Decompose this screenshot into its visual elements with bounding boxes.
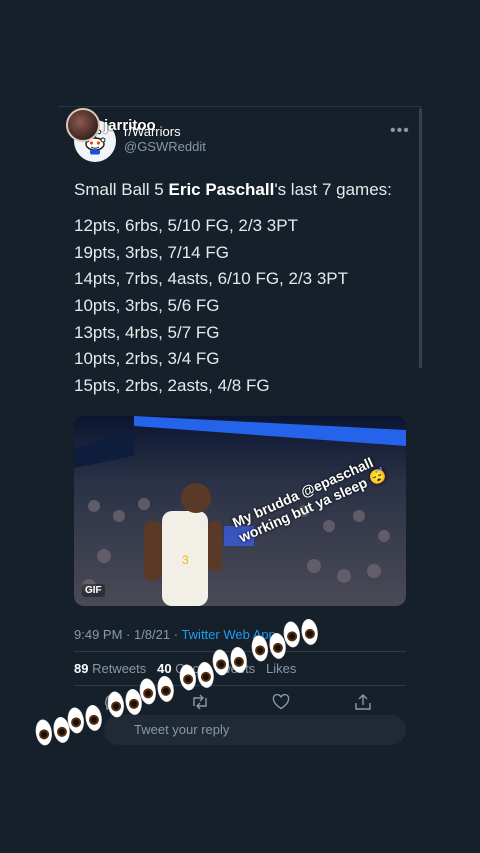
eyes-emoji: [66, 703, 106, 739]
stat-line: 12pts, 6rbs, 5/10 FG, 2/3 3PT: [74, 216, 298, 235]
top-area: [0, 0, 480, 100]
story-avatar[interactable]: [66, 108, 100, 142]
eyes-emoji: [282, 617, 322, 653]
gif-badge: GIF: [82, 584, 105, 597]
reply-input[interactable]: Tweet your reply: [104, 715, 406, 745]
stat-line: 14pts, 7rbs, 4asts, 6/10 FG, 2/3 3PT: [74, 269, 349, 289]
eyes-emoji: [178, 660, 218, 696]
eyes-emoji: [138, 674, 178, 710]
display-name[interactable]: r/Warriors: [124, 124, 181, 139]
stat-lines: 12pts, 6rbs, 5/10 FG, 2/3 3PT 19pts, 3rb…: [74, 213, 348, 400]
share-icon[interactable]: [354, 694, 372, 715]
eyes-emoji: [211, 645, 251, 681]
intro-prefix: Small Ball 5: [74, 180, 169, 199]
stat-line: 10pts, 3rbs, 5/6 FG: [74, 296, 220, 316]
tweet-time: 9:49 PM · 1/8/21 ·: [74, 627, 182, 642]
retweets-count[interactable]: 89: [74, 661, 88, 676]
divider: [74, 685, 406, 686]
stat-line: 15pts, 2rbs, 2asts, 4/8 FG: [74, 376, 270, 396]
stat-line: 10pts, 2rbs, 3/4 FG: [74, 349, 220, 369]
player-name: Eric Paschall: [168, 180, 275, 199]
more-icon[interactable]: •••: [390, 122, 410, 140]
retweet-icon[interactable]: [190, 694, 210, 715]
stat-line: 19pts, 3rbs, 7/14 FG: [74, 242, 229, 262]
quotes-count[interactable]: 40: [157, 661, 171, 676]
like-icon[interactable]: [272, 693, 290, 715]
stat-line: 13pts, 4rbs, 5/7 FG: [74, 322, 220, 342]
tweet-intro: Small Ball 5 Eric Paschall's last 7 game…: [74, 180, 392, 200]
intro-suffix: 's last 7 games:: [274, 180, 392, 199]
scrollbar[interactable]: [419, 108, 422, 368]
handle[interactable]: @GSWReddit: [124, 139, 206, 154]
svg-text:3: 3: [182, 553, 189, 567]
tweet-meta: 9:49 PM · 1/8/21 · Twitter Web App: [74, 627, 276, 642]
retweets-label[interactable]: Retweets: [88, 661, 146, 676]
